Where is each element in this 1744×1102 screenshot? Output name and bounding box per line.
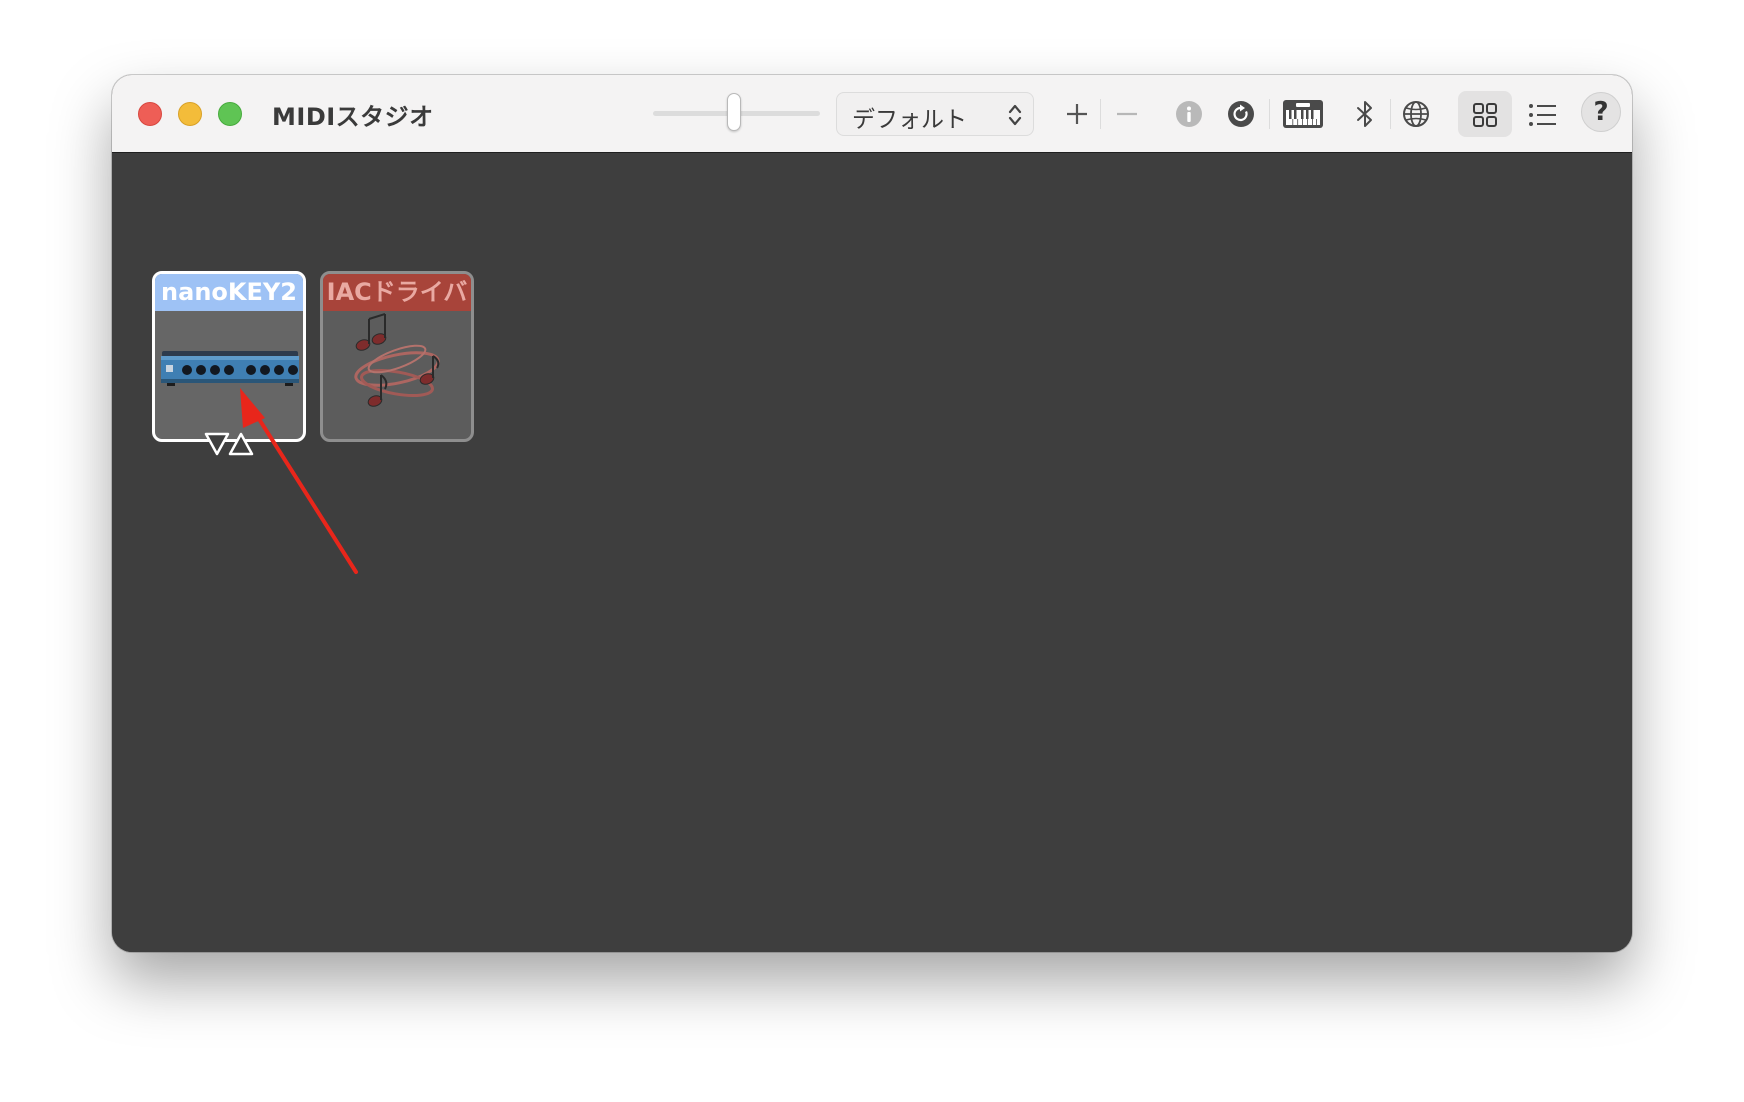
device-name: nanoKEY2 (155, 274, 303, 311)
midi-ports-icon (204, 432, 254, 456)
toolbar-divider (1100, 99, 1101, 129)
updown-chevron-icon (1008, 104, 1022, 126)
rescan-icon[interactable] (1227, 100, 1255, 128)
device-nanokey2[interactable]: nanoKEY2 (152, 271, 306, 442)
music-notes-icon (354, 313, 440, 407)
device-name: IACドライバ (323, 274, 471, 311)
toolbar-divider (1390, 99, 1391, 129)
configuration-popup[interactable]: デフォルト (836, 92, 1034, 136)
keyboard-icon[interactable] (1282, 99, 1324, 129)
window-title: MIDIスタジオ (272, 103, 434, 131)
minimize-button[interactable] (178, 102, 202, 126)
zoom-button[interactable] (218, 102, 242, 126)
plus-icon[interactable] (1064, 101, 1090, 127)
minus-icon[interactable] (1114, 101, 1140, 127)
grid-icon[interactable] (1472, 102, 1498, 128)
device-canvas: nanoKEY2 IACドライバ (112, 153, 1632, 952)
help-button[interactable]: ? (1581, 92, 1621, 132)
device-iac-driver[interactable]: IACドライバ (320, 271, 474, 442)
title-bar: MIDIスタジオ デフォルト ? (112, 75, 1632, 153)
toolbar-divider (1269, 99, 1270, 129)
globe-icon[interactable] (1402, 100, 1430, 128)
close-button[interactable] (138, 102, 162, 126)
bluetooth-icon[interactable] (1354, 99, 1376, 129)
configuration-label: デフォルト (852, 107, 967, 133)
icon-size-slider-knob[interactable] (727, 93, 741, 131)
info-icon[interactable] (1175, 100, 1203, 128)
list-icon[interactable] (1528, 102, 1558, 128)
midi-studio-window: MIDIスタジオ デフォルト ? nanoKEY2 IACドライバ (112, 75, 1632, 952)
midi-interface-icon (161, 351, 299, 386)
